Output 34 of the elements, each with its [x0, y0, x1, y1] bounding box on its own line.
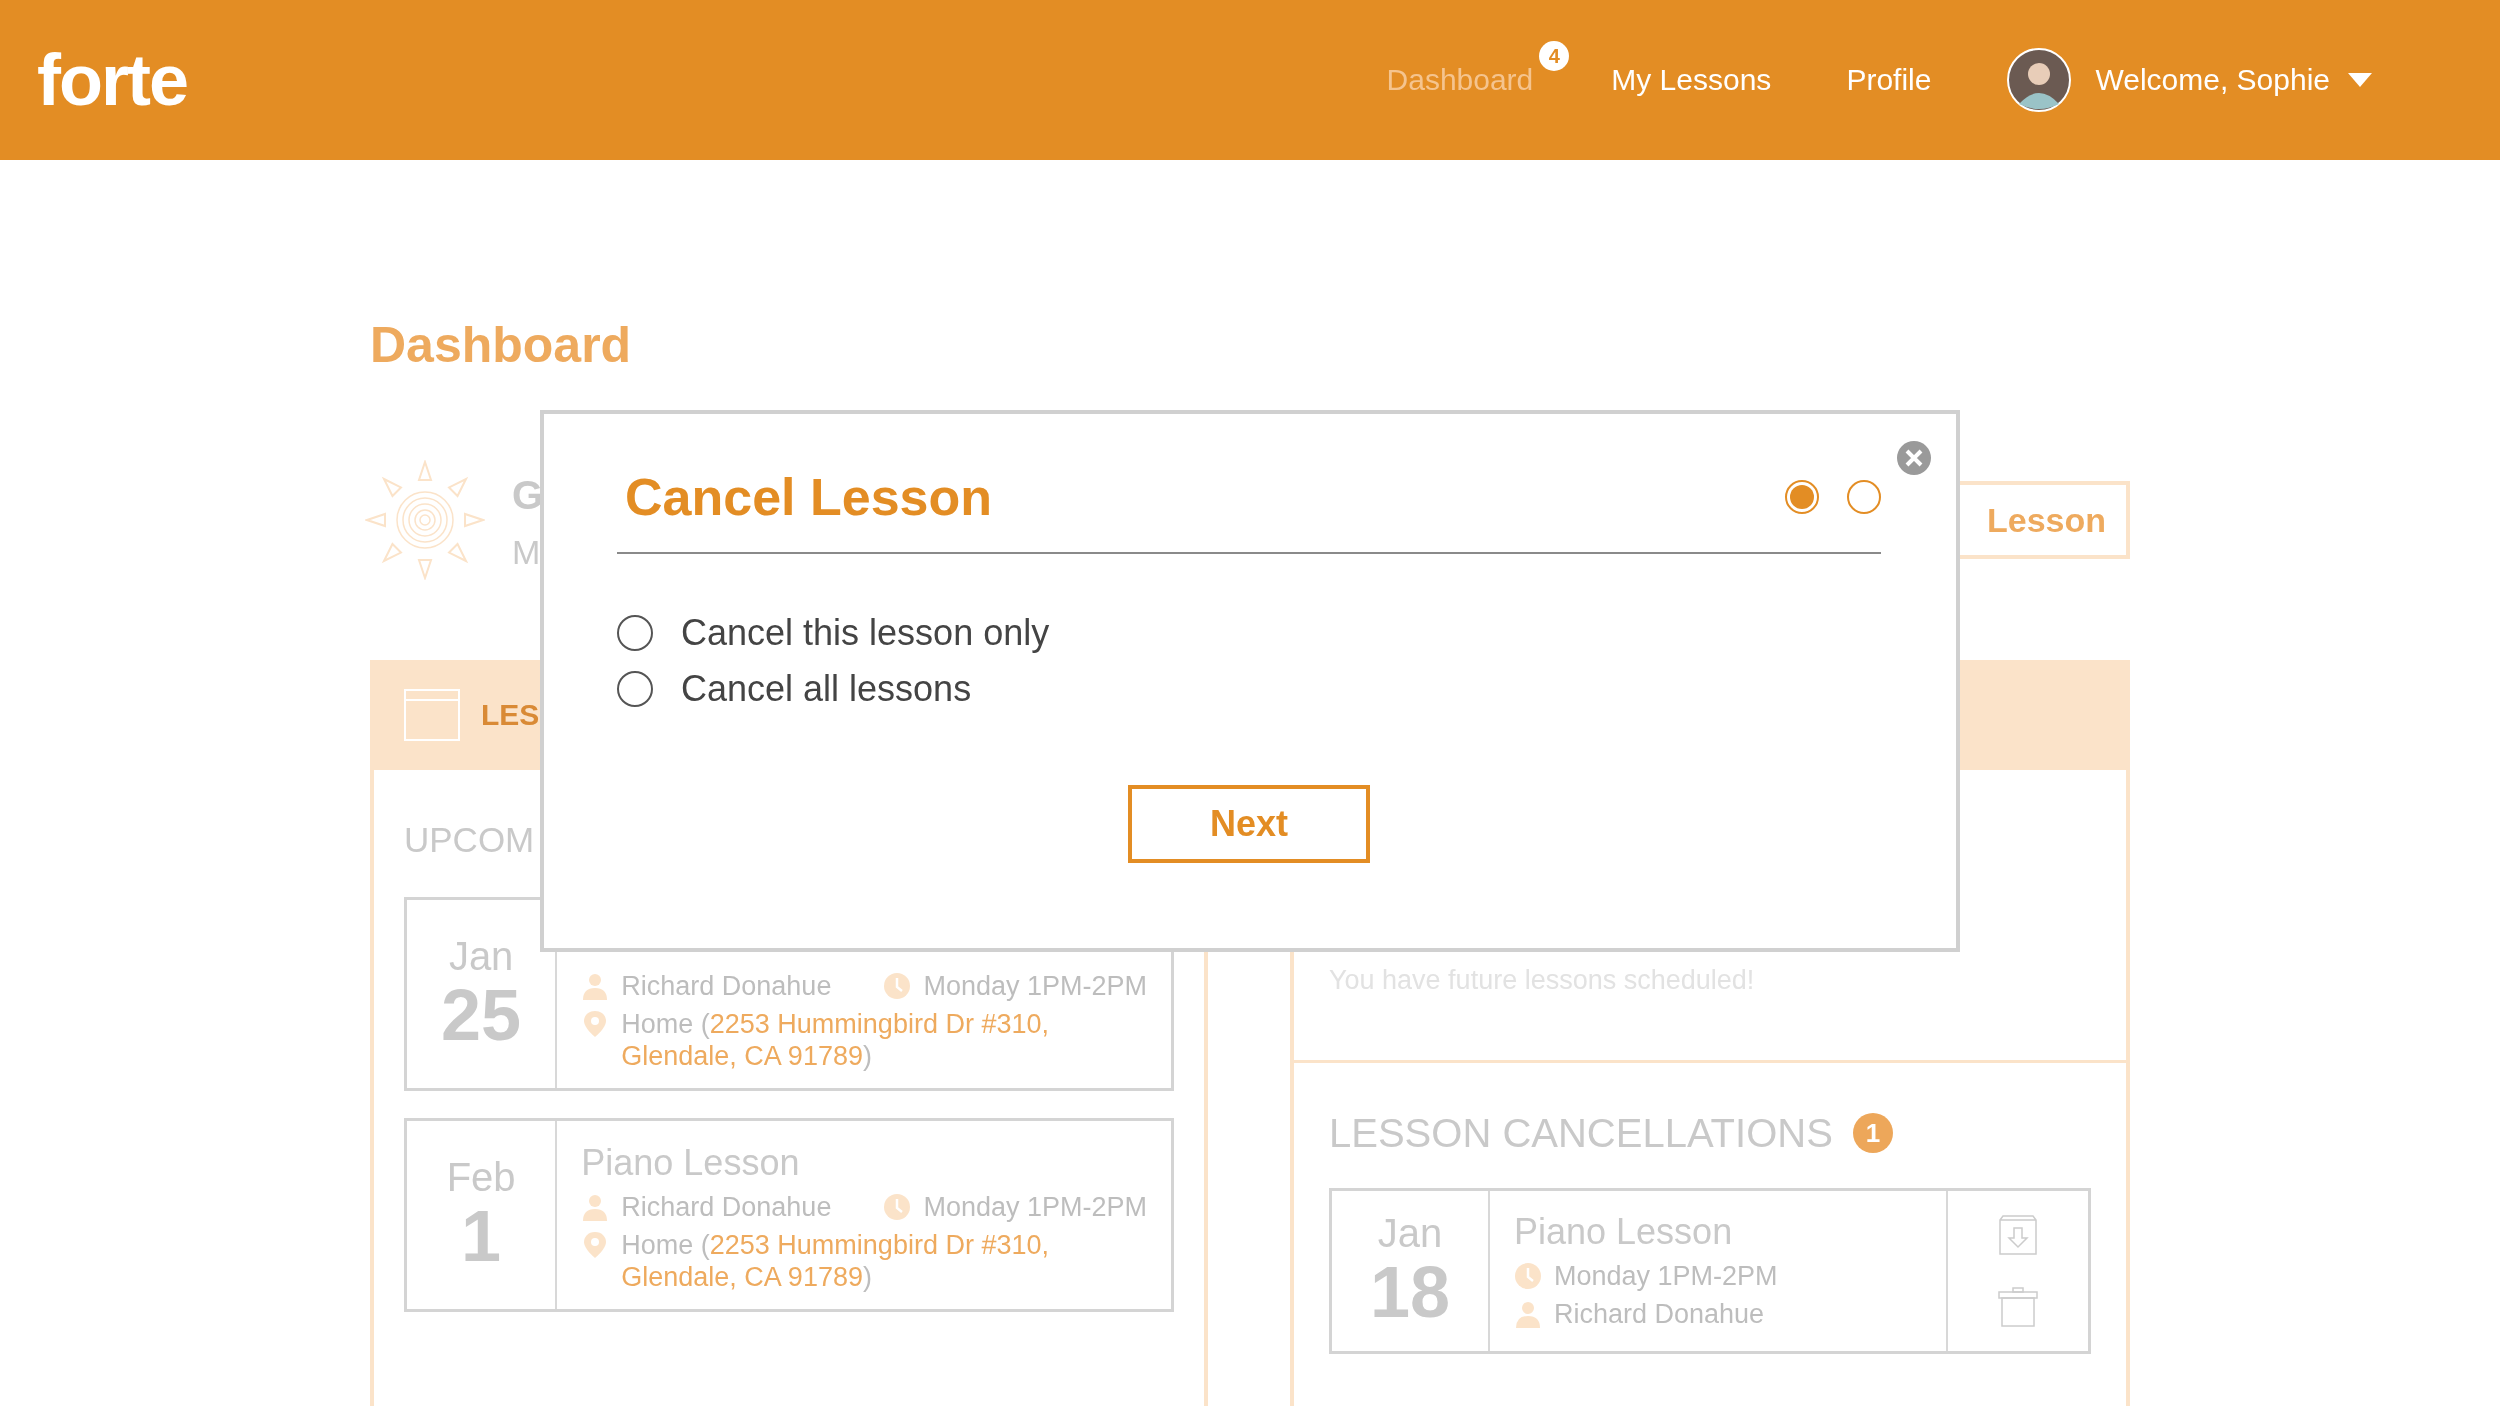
clock-icon: [883, 1193, 912, 1221]
lesson-time: Monday 1PM-2PM: [1554, 1260, 1778, 1292]
person-icon: [1514, 1300, 1542, 1328]
notification-badge: 4: [1539, 41, 1570, 71]
lesson-location: Home (2253 Hummingbird Dr #310, Glendale, CA 91789): [621, 1229, 1050, 1293]
count-badge: 1: [1852, 1113, 1893, 1153]
lesson-location: Home (2253 Hummingbird Dr #310, Glendale, CA 91789): [621, 1008, 1050, 1072]
user-menu[interactable]: Welcome, Sophie: [2095, 63, 2330, 97]
lesson-time: Monday 1PM-2PM: [923, 1191, 1147, 1223]
teacher-name: Richard Donahue: [1554, 1298, 1765, 1330]
trash-icon[interactable]: [1997, 1286, 2039, 1328]
archive-icon[interactable]: [1997, 1214, 2039, 1256]
next-button[interactable]: Next: [1128, 785, 1370, 863]
nav-link[interactable]: Dashboard: [1386, 63, 1534, 96]
nav-link[interactable]: Profile: [1846, 63, 1932, 96]
clock-icon: [883, 972, 912, 1000]
teacher-name: Richard Donahue: [621, 1191, 832, 1223]
caret-icon[interactable]: [2348, 73, 2372, 87]
logo[interactable]: forte: [25, 5, 201, 155]
nav-link[interactable]: My Lessons: [1611, 63, 1772, 96]
page-title: Dashboard: [370, 316, 633, 375]
calendar-icon: [403, 688, 461, 742]
sun-icon: [365, 460, 485, 580]
radio-option[interactable]: Cancel all lessons: [617, 670, 1881, 708]
person-icon: [581, 1193, 610, 1221]
clock-icon: [1514, 1262, 1542, 1290]
modal-title: Cancel Lesson: [625, 467, 993, 528]
teacher-name: Richard Donahue: [621, 970, 832, 1002]
lesson-time: Monday 1PM-2PM: [923, 970, 1147, 1002]
person-icon: [581, 972, 610, 1000]
panel-title: LES: [481, 698, 540, 732]
avatar[interactable]: [2007, 48, 2072, 112]
radio-option[interactable]: Cancel this lesson only: [617, 614, 1881, 652]
close-icon[interactable]: [1896, 440, 1932, 476]
